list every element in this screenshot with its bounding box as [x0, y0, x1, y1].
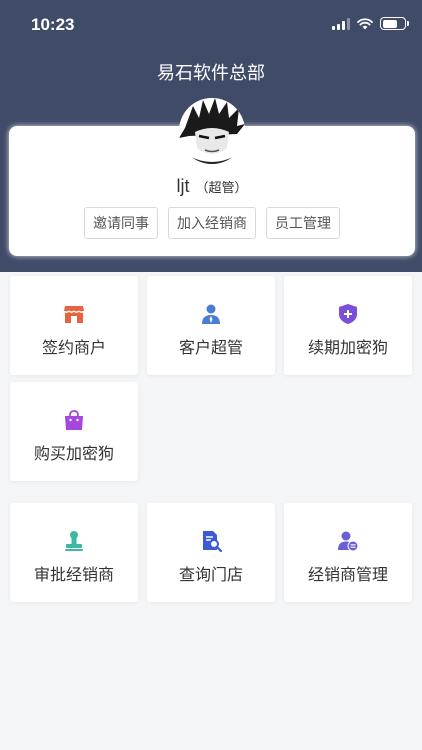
wifi-icon [357, 17, 373, 29]
user-role: （超管） [195, 181, 248, 196]
status-icons [332, 17, 409, 30]
battery-icon [380, 17, 409, 30]
stamp-icon [65, 531, 83, 551]
store-icon [63, 306, 85, 323]
approve-dealer-tile[interactable]: 审批经销商 [10, 503, 138, 602]
tile-label: 签约商户 [41, 338, 106, 357]
shield-plus-icon [339, 304, 357, 324]
user-manage-icon [338, 531, 359, 552]
avatar[interactable] [179, 98, 245, 164]
profile-actions: 邀请同事 加入经销商 员工管理 [9, 207, 415, 239]
invite-colleague-button[interactable]: 邀请同事 [84, 207, 158, 239]
tile-label: 审批经销商 [33, 565, 114, 584]
menu-group-dealer: 审批经销商 查询门店 经销商管理 [10, 503, 412, 602]
tile-label: 客户超管 [178, 338, 243, 357]
tile-label: 经销商管理 [307, 565, 388, 584]
admin-user-icon [202, 304, 220, 324]
query-store-tile[interactable]: 查询门店 [147, 503, 275, 602]
status-bar: 10:23 [0, 0, 422, 50]
user-name: ljt [176, 176, 190, 196]
tile-label: 购买加密狗 [33, 444, 114, 463]
join-dealer-button[interactable]: 加入经销商 [168, 207, 256, 239]
shopping-bag-icon [65, 410, 83, 430]
document-search-icon [203, 531, 222, 552]
cellular-signal-icon [332, 17, 350, 30]
status-time: 10:23 [31, 15, 75, 34]
renew-dongle-tile[interactable]: 续期加密狗 [284, 276, 412, 375]
tile-label: 查询门店 [178, 565, 243, 584]
buy-dongle-tile[interactable]: 购买加密狗 [10, 382, 138, 481]
user-info: ljt （超管） [9, 176, 415, 197]
sign-merchant-tile[interactable]: 签约商户 [10, 276, 138, 375]
tile-label: 续期加密狗 [307, 338, 388, 357]
customer-admin-tile[interactable]: 客户超管 [147, 276, 275, 375]
page-title: 易石软件总部 [157, 63, 265, 84]
dealer-management-tile[interactable]: 经销商管理 [284, 503, 412, 602]
avatar-image [179, 98, 245, 164]
staff-management-button[interactable]: 员工管理 [266, 207, 340, 239]
menu-group-primary: 签约商户 客户超管 续期加密狗 购买加密狗 [10, 276, 412, 481]
